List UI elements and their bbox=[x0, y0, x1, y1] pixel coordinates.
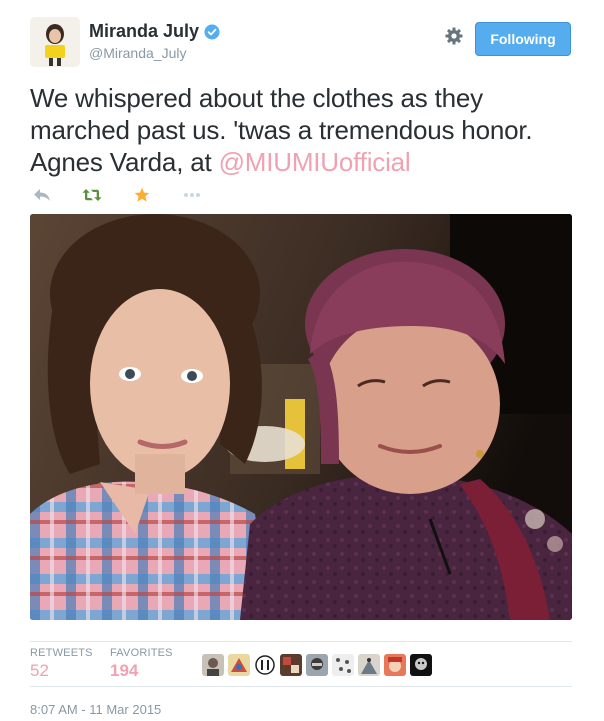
retweets-count: 52 bbox=[30, 661, 49, 680]
tweet-text-line: We whispered about the clothes as they bbox=[30, 83, 483, 113]
divider bbox=[30, 686, 572, 687]
tweet-card: Miranda July @Miranda_July Following We … bbox=[0, 0, 604, 721]
more-icon[interactable] bbox=[180, 183, 204, 207]
tweet-photo[interactable] bbox=[30, 214, 572, 620]
tweet-text-line: Agnes Varda, at bbox=[30, 147, 219, 177]
verified-badge-icon bbox=[204, 24, 220, 40]
favoriter-avatar[interactable] bbox=[384, 654, 406, 676]
following-button[interactable]: Following bbox=[475, 22, 571, 56]
gear-icon[interactable] bbox=[444, 26, 464, 46]
tweet-text-line: marched past us. 'twas a tremendous hono… bbox=[30, 115, 533, 145]
favoriter-avatar[interactable] bbox=[410, 654, 432, 676]
tweet-timestamp[interactable]: 8:07 AM - 11 Mar 2015 bbox=[30, 702, 161, 717]
user-avatar[interactable] bbox=[30, 17, 80, 67]
reply-icon[interactable] bbox=[30, 183, 54, 207]
favoriters-list bbox=[202, 654, 436, 676]
favoriter-avatar[interactable] bbox=[280, 654, 302, 676]
retweets-label: RETWEETS bbox=[30, 647, 93, 659]
favoriter-avatar[interactable] bbox=[254, 654, 276, 676]
favorites-label: FAVORITES bbox=[110, 647, 173, 659]
favoriter-avatar[interactable] bbox=[228, 654, 250, 676]
user-handle[interactable]: @Miranda_July bbox=[89, 45, 186, 61]
favorites-count: 194 bbox=[110, 661, 139, 680]
retweet-icon[interactable] bbox=[80, 183, 104, 207]
mention-link[interactable]: @MIUMIUofficial bbox=[219, 147, 411, 177]
display-name[interactable]: Miranda July bbox=[89, 21, 199, 42]
tweet-text: We whispered about the clothes as they m… bbox=[30, 82, 585, 178]
divider bbox=[30, 641, 572, 642]
favorites-stat[interactable]: FAVORITES 194 bbox=[110, 647, 173, 681]
retweets-stat[interactable]: RETWEETS 52 bbox=[30, 647, 93, 681]
favoriter-avatar[interactable] bbox=[332, 654, 354, 676]
favoriter-avatar[interactable] bbox=[306, 654, 328, 676]
favorite-icon[interactable] bbox=[130, 183, 154, 207]
favoriter-avatar[interactable] bbox=[358, 654, 380, 676]
favoriter-avatar[interactable] bbox=[202, 654, 224, 676]
